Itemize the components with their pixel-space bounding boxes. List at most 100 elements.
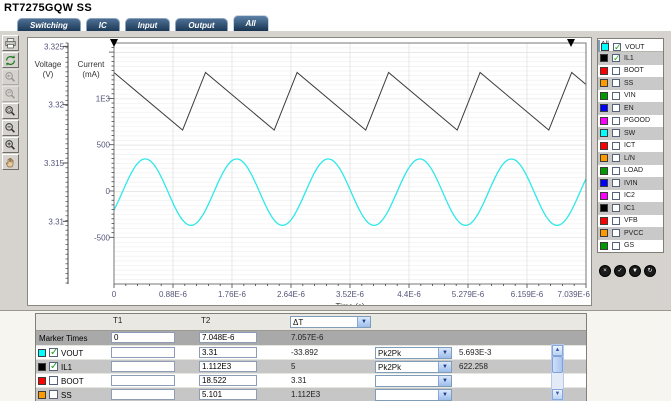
tab-ic[interactable]: IC xyxy=(85,18,120,31)
legend-item-ic2[interactable]: IC2 xyxy=(598,189,663,202)
legend-item-vin[interactable]: VIN xyxy=(598,89,663,102)
legend-item-ss[interactable]: SS xyxy=(598,77,663,90)
legend-checkbox[interactable] xyxy=(612,191,620,200)
tab-switching[interactable]: Switching xyxy=(17,18,81,31)
delta-mode-select[interactable]: ΔT ▼ xyxy=(290,316,371,328)
legend-checkbox[interactable] xyxy=(612,216,620,225)
print-button[interactable] xyxy=(2,35,19,51)
legend-checkbox[interactable] xyxy=(612,66,620,75)
legend-item-label: IVIN xyxy=(624,179,638,187)
legend-checkbox[interactable] xyxy=(612,229,620,237)
legend-item-gs[interactable]: GS xyxy=(598,239,663,252)
boot-function-select[interactable]: ▼ xyxy=(375,375,452,387)
legend-color-swatch xyxy=(600,154,608,162)
marker-t1-input[interactable] xyxy=(111,332,175,343)
legend-color-swatch xyxy=(600,116,608,125)
ss-t2-input[interactable] xyxy=(199,389,257,400)
legend-item-load[interactable]: LOAD xyxy=(598,164,663,177)
il1-t2-input[interactable] xyxy=(199,361,257,372)
legend-item-sw[interactable]: SW xyxy=(598,127,663,140)
legend-item-il1[interactable]: ✓ IL1 xyxy=(598,52,663,65)
legend-checkbox[interactable] xyxy=(612,241,620,250)
svg-text:Time (s): Time (s) xyxy=(335,302,364,305)
legend-checkbox[interactable] xyxy=(612,154,620,162)
legend-checkbox[interactable] xyxy=(612,79,620,87)
legend-item-label: IC1 xyxy=(624,204,635,212)
scrollbar-down-icon[interactable]: ▼ xyxy=(552,389,563,400)
legend-close-button[interactable]: × xyxy=(599,265,611,277)
pan-hand-icon xyxy=(4,156,17,169)
il1-t1-input[interactable] xyxy=(111,361,175,372)
legend-check-button[interactable]: ✓ xyxy=(614,265,626,277)
ss-function-select[interactable]: ▼ xyxy=(375,389,452,401)
legend-checkbox[interactable] xyxy=(612,166,620,175)
legend-item-ict[interactable]: ICT xyxy=(598,139,663,152)
svg-text:3.52E-6: 3.52E-6 xyxy=(336,290,365,299)
legend-item-pvcc[interactable]: PVCC xyxy=(598,227,663,240)
legend-checkbox[interactable] xyxy=(612,179,620,187)
svg-text:(V): (V) xyxy=(43,70,54,79)
legend-item-ic1[interactable]: IC1 xyxy=(598,202,663,215)
legend-color-swatch xyxy=(600,54,608,62)
zoom-window-button[interactable] xyxy=(2,103,19,119)
legend-item-boot[interactable]: BOOT xyxy=(598,64,663,77)
legend-item-label: PGOOD xyxy=(624,117,651,124)
scrollbar-thumb[interactable] xyxy=(552,356,563,373)
legend-color-swatch xyxy=(600,91,608,100)
tab-input[interactable]: Input xyxy=(124,18,171,31)
legend-color-swatch xyxy=(600,204,608,212)
t1-column-header: T1 xyxy=(113,316,123,325)
legend-item-ln[interactable]: L/N xyxy=(598,152,663,165)
refresh-button[interactable] xyxy=(2,52,19,68)
zoom-in-button[interactable] xyxy=(2,137,19,153)
legend-checkbox[interactable] xyxy=(612,91,620,100)
legend-checkbox[interactable] xyxy=(612,129,620,137)
legend-item-en[interactable]: EN xyxy=(598,102,663,115)
refresh-icon xyxy=(4,54,17,67)
legend-checkbox[interactable]: ✓ xyxy=(613,43,622,52)
zoom-previous-button xyxy=(2,69,19,85)
marker-t2-input[interactable] xyxy=(199,332,257,343)
table-scrollbar[interactable]: ▲ ▼ xyxy=(551,344,564,401)
legend-checkbox[interactable] xyxy=(612,204,620,212)
boot-checkbox[interactable] xyxy=(49,376,58,385)
zoom-out-button[interactable] xyxy=(2,120,19,136)
legend-item-vfb[interactable]: VFB xyxy=(598,214,663,227)
legend-scroll-down-button[interactable]: ▼ xyxy=(629,265,641,277)
legend-item-ivin[interactable]: IVIN xyxy=(598,177,663,190)
boot-t2-input[interactable] xyxy=(199,375,257,386)
il1-checkbox[interactable]: ✓ xyxy=(49,362,58,372)
ss-t1-input[interactable] xyxy=(111,389,175,400)
boot-delta-value: 3.31 xyxy=(291,376,307,385)
svg-text:4.4E-6: 4.4E-6 xyxy=(397,290,421,299)
legend-color-swatch xyxy=(600,141,608,150)
app-window: RT7275GQW SS Switching IC Input Output All 1… xyxy=(0,0,671,401)
signal-color-swatch xyxy=(38,362,46,371)
legend-checkbox[interactable] xyxy=(612,141,620,150)
signal-color-swatch xyxy=(38,376,46,385)
zoom-out-icon xyxy=(4,122,17,135)
vout-function-select[interactable]: Pk2Pk ▼ xyxy=(375,347,452,359)
select-value: ΔT xyxy=(293,318,304,327)
legend-checkbox[interactable] xyxy=(612,104,620,112)
main-area: 1E3 500 0 -500 3.325 3.32 3.315 3.31 Voltage (V) C… xyxy=(0,31,671,311)
vout-t2-input[interactable] xyxy=(199,347,257,358)
waveform-chart[interactable]: 1E3 500 0 -500 3.325 3.32 3.315 3.31 Voltage(V) C… xyxy=(28,38,591,311)
tab-all[interactable]: All xyxy=(232,15,269,31)
legend-checkbox[interactable]: ✓ xyxy=(612,54,621,63)
legend-item-vout[interactable]: ✓ VOUT xyxy=(598,40,644,52)
legend-item-label: IL1 xyxy=(624,54,634,62)
boot-t1-input[interactable] xyxy=(111,375,175,386)
svg-text:(mA): (mA) xyxy=(82,70,100,79)
il1-function-select[interactable]: Pk2Pk ▼ xyxy=(375,361,452,373)
vout-t1-input[interactable] xyxy=(111,347,175,358)
ss-checkbox[interactable] xyxy=(49,390,58,399)
legend-checkbox[interactable] xyxy=(612,116,620,125)
tab-output[interactable]: Output xyxy=(175,18,228,31)
legend-item-pgood[interactable]: PGOOD xyxy=(598,114,663,127)
legend-color-swatch xyxy=(600,129,608,137)
vout-checkbox[interactable]: ✓ xyxy=(49,348,58,358)
scrollbar-up-icon[interactable]: ▲ xyxy=(552,345,563,356)
pan-button[interactable] xyxy=(2,154,19,170)
legend-refresh-button[interactable]: ↻ xyxy=(644,265,656,277)
